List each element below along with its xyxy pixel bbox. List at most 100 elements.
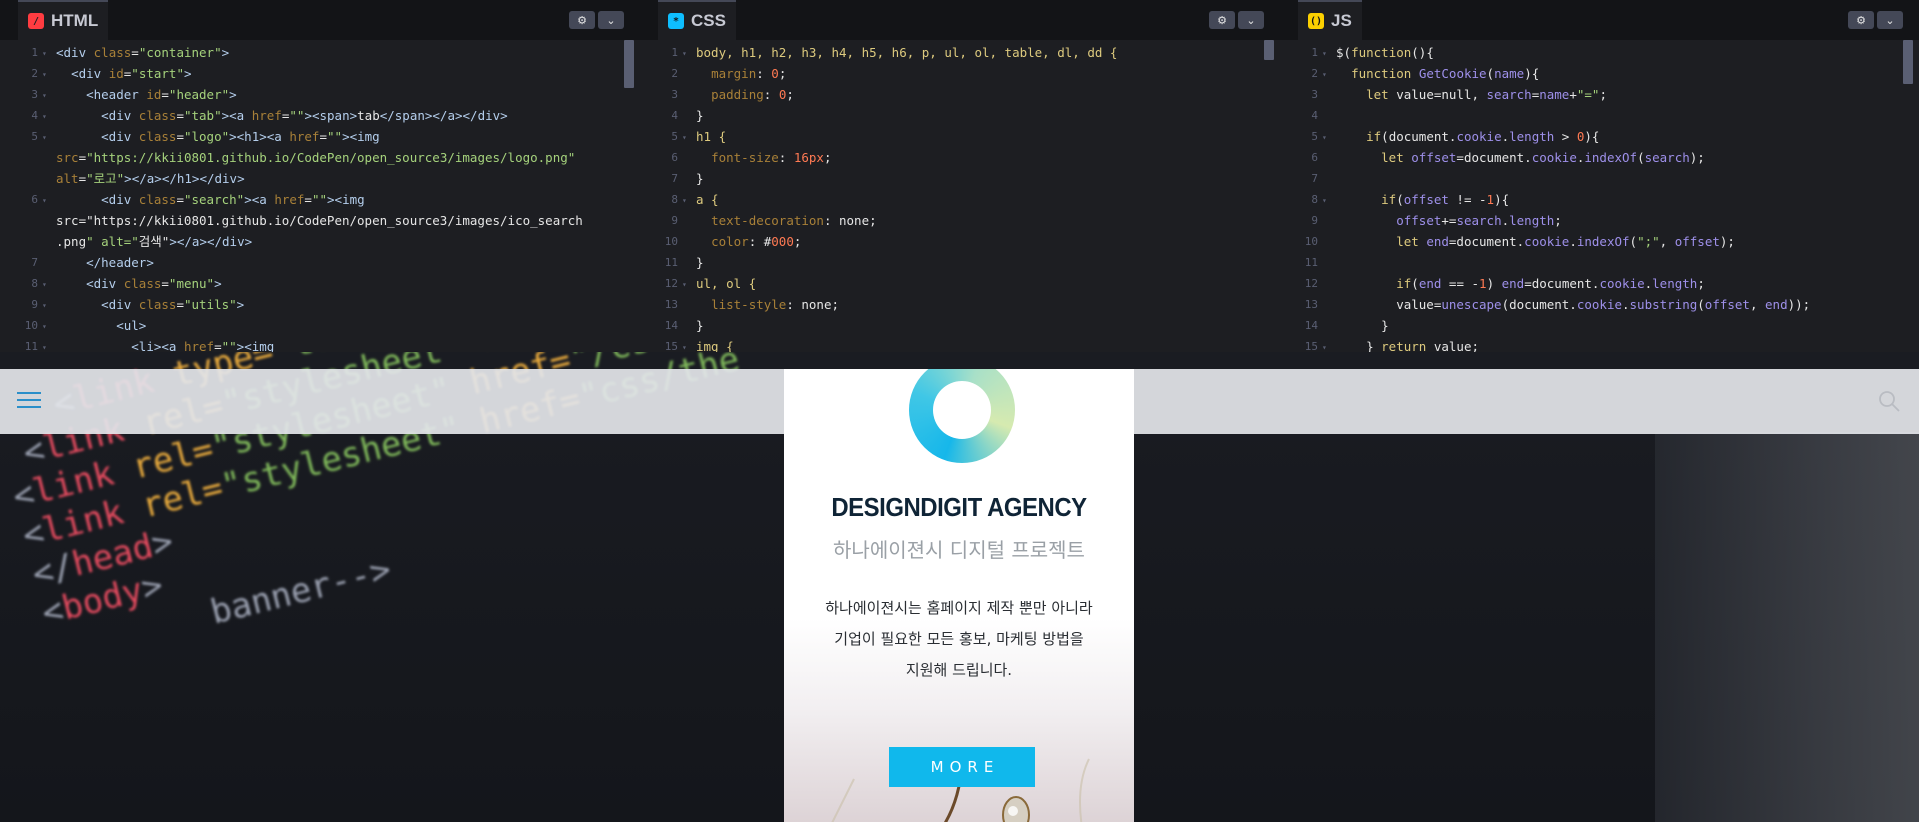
code-line[interactable]: 6 ▾ <div class="search"><a href=""><img xyxy=(16,189,624,210)
code-line[interactable]: 4} xyxy=(656,105,1264,126)
code-line[interactable]: 8 ▾ if(offset != -1){ xyxy=(1296,189,1903,210)
code-line[interactable]: 9 ▾ <div class="utils"> xyxy=(16,294,624,315)
fold-arrow-icon[interactable]: ▾ xyxy=(682,42,696,63)
fold-arrow-icon[interactable] xyxy=(42,147,56,168)
fold-arrow-icon[interactable] xyxy=(42,231,56,252)
fold-arrow-icon[interactable] xyxy=(1322,147,1336,168)
code-line[interactable]: 10 color: #000; xyxy=(656,231,1264,252)
fold-arrow-icon[interactable]: ▾ xyxy=(682,336,696,352)
css-code-editor[interactable]: 1 ▾ body, h1, h2, h3, h4, h5, h6, p, ul, o… xyxy=(656,40,1264,352)
code-line[interactable]: 12 if(end == -1) end=document.cookie.len… xyxy=(1296,273,1903,294)
code-line[interactable]: 6 let offset=document.cookie.indexOf(sea… xyxy=(1296,147,1903,168)
more-button[interactable]: MORE xyxy=(889,747,1035,787)
fold-arrow-icon[interactable] xyxy=(682,210,696,231)
fold-arrow-icon[interactable] xyxy=(682,294,696,315)
css-settings-button[interactable]: ⚙ xyxy=(1209,11,1235,29)
fold-arrow-icon[interactable] xyxy=(682,252,696,273)
code-line[interactable]: 12 ▾ ul, ol { xyxy=(656,273,1264,294)
fold-arrow-icon[interactable] xyxy=(1322,84,1336,105)
fold-arrow-icon[interactable] xyxy=(1322,231,1336,252)
fold-arrow-icon[interactable] xyxy=(42,252,56,273)
js-panel-tab[interactable]: () JS xyxy=(1298,0,1362,40)
fold-arrow-icon[interactable] xyxy=(42,210,56,231)
fold-arrow-icon[interactable] xyxy=(682,168,696,189)
fold-arrow-icon[interactable] xyxy=(682,105,696,126)
code-line[interactable]: 14 } xyxy=(1296,315,1903,336)
fold-arrow-icon[interactable] xyxy=(682,84,696,105)
fold-arrow-icon[interactable] xyxy=(1322,315,1336,336)
fold-arrow-icon[interactable]: ▾ xyxy=(42,126,56,147)
fold-arrow-icon[interactable] xyxy=(1322,105,1336,126)
fold-arrow-icon[interactable]: ▾ xyxy=(1322,63,1336,84)
code-line[interactable]: 15 ▾ } return value; xyxy=(1296,336,1903,352)
css-dropdown-button[interactable]: ⌄ xyxy=(1238,11,1264,29)
search-icon[interactable] xyxy=(1877,389,1901,413)
fold-arrow-icon[interactable] xyxy=(42,168,56,189)
code-line[interactable]: 1 ▾ <div class="container"> xyxy=(16,42,624,63)
code-line[interactable]: 4 xyxy=(1296,105,1903,126)
code-line[interactable]: .png" alt="검색"></a></div> xyxy=(16,231,624,252)
code-line[interactable]: 4 ▾ <div class="tab"><a href=""><span>tab… xyxy=(16,105,624,126)
fold-arrow-icon[interactable] xyxy=(1322,210,1336,231)
html-settings-button[interactable]: ⚙ xyxy=(569,11,595,29)
js-code-editor[interactable]: 1 ▾ $(function(){2 ▾ function GetCookie(nam… xyxy=(1296,40,1903,352)
code-line[interactable]: 15 ▾ img { xyxy=(656,336,1264,352)
code-line[interactable]: 7} xyxy=(656,168,1264,189)
fold-arrow-icon[interactable]: ▾ xyxy=(682,273,696,294)
code-line[interactable]: 2 ▾ <div id="start"> xyxy=(16,63,624,84)
code-line[interactable]: 2 margin: 0; xyxy=(656,63,1264,84)
code-line[interactable]: 3 ▾ <header id="header"> xyxy=(16,84,624,105)
fold-arrow-icon[interactable]: ▾ xyxy=(42,63,56,84)
code-line[interactable]: 6 font-size: 16px; xyxy=(656,147,1264,168)
fold-arrow-icon[interactable]: ▾ xyxy=(42,42,56,63)
code-line[interactable]: 9 text-decoration: none; xyxy=(656,210,1264,231)
code-line[interactable]: 2 ▾ function GetCookie(name){ xyxy=(1296,63,1903,84)
code-line[interactable]: alt="로고"></a></h1></div> xyxy=(16,168,624,189)
fold-arrow-icon[interactable]: ▾ xyxy=(42,84,56,105)
fold-arrow-icon[interactable]: ▾ xyxy=(42,294,56,315)
code-line[interactable]: 11} xyxy=(656,252,1264,273)
fold-arrow-icon[interactable]: ▾ xyxy=(42,315,56,336)
fold-arrow-icon[interactable] xyxy=(1322,273,1336,294)
code-line[interactable]: 5 ▾ <div class="logo"><h1><a href=""><img xyxy=(16,126,624,147)
fold-arrow-icon[interactable]: ▾ xyxy=(1322,126,1336,147)
html-code-editor[interactable]: 1 ▾ <div class="container"> 2 ▾ <div id="sta… xyxy=(16,40,624,352)
css-scrollbar[interactable] xyxy=(1264,40,1274,60)
fold-arrow-icon[interactable] xyxy=(682,315,696,336)
code-line[interactable]: 5 ▾ if(document.cookie.length > 0){ xyxy=(1296,126,1903,147)
code-line[interactable]: 13 value=unescape(document.cookie.substr… xyxy=(1296,294,1903,315)
fold-arrow-icon[interactable]: ▾ xyxy=(42,189,56,210)
fold-arrow-icon[interactable] xyxy=(682,63,696,84)
fold-arrow-icon[interactable]: ▾ xyxy=(42,105,56,126)
fold-arrow-icon[interactable] xyxy=(682,231,696,252)
code-line[interactable]: src="https://kkii0801.github.io/CodePen/… xyxy=(16,210,624,231)
code-line[interactable]: src="https://kkii0801.github.io/CodePen/… xyxy=(16,147,624,168)
hamburger-menu-icon[interactable] xyxy=(17,392,41,408)
fold-arrow-icon[interactable]: ▾ xyxy=(1322,336,1336,352)
code-line[interactable]: 9 offset+=search.length; xyxy=(1296,210,1903,231)
code-line[interactable]: 8 ▾ <div class="menu"> xyxy=(16,273,624,294)
fold-arrow-icon[interactable]: ▾ xyxy=(682,189,696,210)
code-line[interactable]: 3 let value=null, search=name+"="; xyxy=(1296,84,1903,105)
html-scrollbar[interactable] xyxy=(624,40,634,88)
css-panel-tab[interactable]: * CSS xyxy=(658,0,736,40)
fold-arrow-icon[interactable]: ▾ xyxy=(1322,189,1336,210)
code-line[interactable]: 10 let end=document.cookie.indexOf(";", … xyxy=(1296,231,1903,252)
fold-arrow-icon[interactable]: ▾ xyxy=(682,126,696,147)
code-line[interactable]: 1 ▾ $(function(){ xyxy=(1296,42,1903,63)
code-line[interactable]: 10 ▾ <ul> xyxy=(16,315,624,336)
code-line[interactable]: 7 xyxy=(1296,168,1903,189)
code-line[interactable]: 3 padding: 0; xyxy=(656,84,1264,105)
fold-arrow-icon[interactable]: ▾ xyxy=(42,336,56,352)
html-dropdown-button[interactable]: ⌄ xyxy=(598,11,624,29)
ring-logo-icon[interactable] xyxy=(909,369,1015,463)
fold-arrow-icon[interactable] xyxy=(1322,252,1336,273)
fold-arrow-icon[interactable] xyxy=(682,147,696,168)
code-line[interactable]: 11 xyxy=(1296,252,1903,273)
fold-arrow-icon[interactable]: ▾ xyxy=(1322,42,1336,63)
js-settings-button[interactable]: ⚙ xyxy=(1848,11,1874,29)
code-line[interactable]: 1 ▾ body, h1, h2, h3, h4, h5, h6, p, ul, o… xyxy=(656,42,1264,63)
code-line[interactable]: 13 list-style: none; xyxy=(656,294,1264,315)
fold-arrow-icon[interactable] xyxy=(1322,294,1336,315)
code-line[interactable]: 8 ▾ a { xyxy=(656,189,1264,210)
